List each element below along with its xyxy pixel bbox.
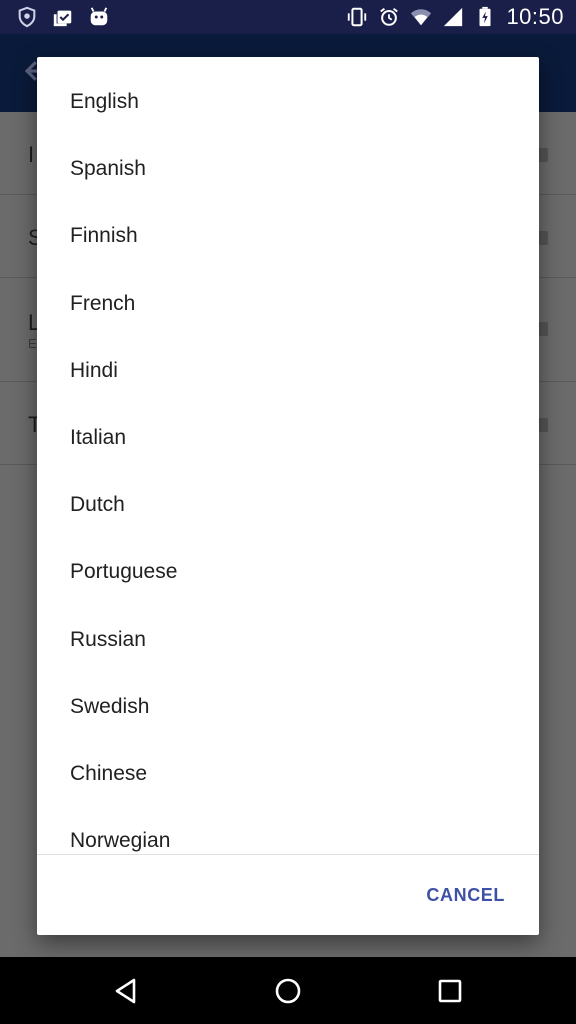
navigation-bar <box>0 957 576 1024</box>
alarm-icon <box>380 7 399 26</box>
language-option-spanish[interactable]: Spanish <box>37 135 539 202</box>
recents-icon[interactable] <box>434 975 466 1007</box>
language-dialog: English Spanish Finnish French Hindi Ita… <box>37 57 539 935</box>
clipboard-check-icon <box>53 10 72 27</box>
language-option-norwegian[interactable]: Norwegian <box>37 807 539 855</box>
dialog-actions: CANCEL <box>37 855 539 935</box>
status-time: 10:50 <box>506 4 564 29</box>
wifi-icon <box>411 9 432 26</box>
battery-charging-icon <box>479 6 491 27</box>
language-option-french[interactable]: French <box>37 270 539 337</box>
language-option-dutch[interactable]: Dutch <box>37 471 539 538</box>
language-option-hindi[interactable]: Hindi <box>37 337 539 404</box>
language-option-italian[interactable]: Italian <box>37 404 539 471</box>
cancel-button[interactable]: CANCEL <box>416 877 515 914</box>
android-robot-icon <box>90 7 108 26</box>
language-option-finnish[interactable]: Finnish <box>37 202 539 269</box>
status-bar: 10:50 <box>0 0 576 34</box>
language-option-english[interactable]: English <box>37 68 539 135</box>
language-option-russian[interactable]: Russian <box>37 606 539 673</box>
status-left-icons <box>16 6 110 28</box>
status-right-icons: 10:50 <box>346 4 564 30</box>
language-option-portuguese[interactable]: Portuguese <box>37 538 539 605</box>
vibrate-icon <box>348 7 367 27</box>
language-option-swedish[interactable]: Swedish <box>37 673 539 740</box>
language-options-list[interactable]: English Spanish Finnish French Hindi Ita… <box>37 68 539 855</box>
vpn-shield-icon <box>18 6 36 28</box>
back-icon[interactable] <box>110 975 142 1007</box>
cell-signal-icon <box>444 7 463 27</box>
home-icon[interactable] <box>272 975 304 1007</box>
language-option-chinese[interactable]: Chinese <box>37 740 539 807</box>
